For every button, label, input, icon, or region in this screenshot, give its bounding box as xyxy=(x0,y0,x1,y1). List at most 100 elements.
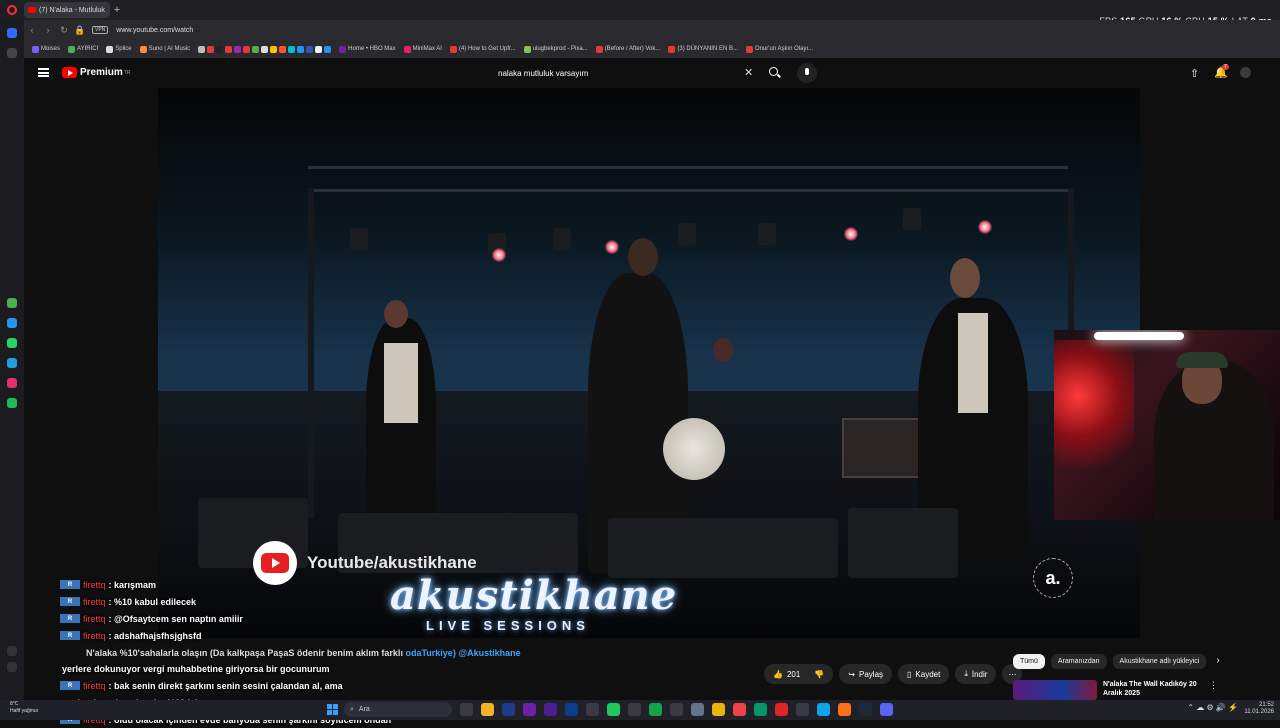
messenger-icon[interactable] xyxy=(7,318,17,328)
chrome-icon[interactable] xyxy=(712,703,725,716)
stage-light-fixture xyxy=(903,208,921,230)
bass-drum xyxy=(663,418,725,480)
streamer-webcam xyxy=(1054,330,1280,520)
browser-tab[interactable]: (7) N'alaka - Mutluluk xyxy=(24,2,110,18)
bookmark-item[interactable]: (4) How to Get Upfr... xyxy=(449,45,516,53)
vpn-badge[interactable]: VPN xyxy=(92,26,109,34)
chevron-right-icon[interactable]: › xyxy=(1212,654,1223,669)
opera-gx-icon[interactable] xyxy=(775,703,788,716)
spotify-icon[interactable] xyxy=(7,398,17,408)
chat-message: R firettq : karışmam xyxy=(60,576,620,593)
opera-logo-icon[interactable] xyxy=(0,0,24,20)
create-upload-icon[interactable]: ⇧ xyxy=(1190,67,1199,80)
url-field[interactable]: www.youtube.com/watch xyxy=(116,27,193,34)
hamburger-menu-icon[interactable] xyxy=(38,68,49,77)
stage-light-fixture xyxy=(350,228,368,250)
like-icon[interactable]: 👍 xyxy=(773,670,783,679)
file-explorer-icon[interactable] xyxy=(481,703,494,716)
clear-search-icon[interactable]: ✕ xyxy=(744,66,753,79)
webcam-person-cap xyxy=(1176,352,1228,368)
youtube-premium-logo[interactable]: Premium TR xyxy=(62,67,130,78)
voice-search-icon[interactable] xyxy=(797,63,817,83)
home-icon[interactable] xyxy=(7,28,17,38)
reload-icon[interactable]: ↻ xyxy=(56,25,72,36)
chat-badge: R xyxy=(60,614,80,623)
download-icon: ⤓ xyxy=(964,669,968,678)
app-icon[interactable] xyxy=(754,703,767,716)
bookmark-item[interactable]: Moises xyxy=(32,45,60,53)
dislike-icon[interactable]: 👎 xyxy=(814,670,824,679)
history-icon[interactable] xyxy=(7,646,17,656)
search-icon: ⌕ xyxy=(350,705,354,713)
video-player[interactable]: Youtube/akustikhane akustikhane LIVE SES… xyxy=(158,88,1140,638)
task-view-icon[interactable] xyxy=(460,703,473,716)
premiere-icon[interactable] xyxy=(502,703,515,716)
settings-gear-icon[interactable] xyxy=(7,662,17,672)
chat-message: R firettq : adshafhajsfhsjghsfd xyxy=(60,627,620,644)
bookmark-item[interactable]: AYIRICI xyxy=(68,45,98,53)
bookmark-item[interactable]: Splice xyxy=(106,45,132,53)
webcam-ring-light xyxy=(1094,332,1184,340)
after-effects-icon[interactable] xyxy=(523,703,536,716)
telegram-icon[interactable] xyxy=(7,358,17,368)
stage-light-red xyxy=(492,248,506,262)
recommended-thumbnail[interactable] xyxy=(1013,680,1097,700)
app-icon[interactable] xyxy=(628,703,641,716)
app-icon[interactable] xyxy=(817,703,830,716)
bookmark-item[interactable]: Onur'un Aşkın Olayı... xyxy=(745,45,813,53)
chat-username: firettq xyxy=(83,596,106,607)
app-icon[interactable] xyxy=(649,703,662,716)
windows-taskbar: 8°C Hafif yağmur ⌕ Ara ⌃ ☁ ⚙ 🔊 ⚡ 21:52 1… xyxy=(0,700,1280,720)
more-vert-icon[interactable]: ⋮ xyxy=(1209,680,1218,700)
webcam-red-light xyxy=(1054,340,1134,480)
bookmark-item[interactable]: MiniMax AI xyxy=(403,45,442,53)
bookmark-item[interactable]: (3) DÜNYANIN EN B... xyxy=(668,45,738,53)
weather-widget[interactable]: 8°C Hafif yağmur xyxy=(10,701,38,715)
app-icon[interactable] xyxy=(670,703,683,716)
windows-start-icon[interactable] xyxy=(327,704,338,715)
app-icon[interactable] xyxy=(838,703,851,716)
bookmark-item[interactable]: Suno | AI Music xyxy=(139,45,190,53)
media-encoder-icon[interactable] xyxy=(544,703,557,716)
discord-icon[interactable] xyxy=(880,703,893,716)
share-button[interactable]: ↪ Paylaş xyxy=(839,664,893,684)
chat-badge: R xyxy=(60,580,80,589)
chat-username: firettq xyxy=(83,613,106,624)
chat-text: @Ofsaytcem sen naptın amiiir xyxy=(114,613,243,624)
taskbar-search-input[interactable]: ⌕ Ara xyxy=(344,702,452,717)
recommended-video[interactable]: N'alaka The Wall Kadıköy 20 Aralık 2025 … xyxy=(1013,680,1273,700)
spotify-icon[interactable] xyxy=(607,703,620,716)
app-icon[interactable] xyxy=(586,703,599,716)
new-tab-button[interactable]: + xyxy=(110,4,124,16)
opera-icon[interactable] xyxy=(733,703,746,716)
instagram-icon[interactable] xyxy=(7,378,17,388)
bookmark-item[interactable]: ulugbekprod - Pixa... xyxy=(523,45,588,53)
chatgpt-icon[interactable] xyxy=(7,298,17,308)
avatar[interactable] xyxy=(1240,67,1251,78)
recommended-title[interactable]: N'alaka The Wall Kadıköy 20 Aralık 2025 xyxy=(1103,680,1203,700)
bookmark-item[interactable]: Home • HBO Max xyxy=(339,45,396,53)
download-button[interactable]: ⤓ İndir xyxy=(955,664,997,684)
steam-icon[interactable] xyxy=(859,703,872,716)
save-button[interactable]: ▯ Kaydet xyxy=(898,664,950,684)
back-icon[interactable]: ‹ xyxy=(24,25,40,35)
bookmark-item[interactable]: (Before / After) Vok... xyxy=(595,45,660,53)
channel-handle-link[interactable]: @Akustikhane xyxy=(458,648,520,658)
chip-all[interactable]: Tümü xyxy=(1013,654,1045,669)
akustikhane-badge: a. xyxy=(1033,558,1073,598)
chip-from-uploader[interactable]: Akustikhane adlı yükleyici xyxy=(1112,654,1207,669)
chat-username: firettq xyxy=(83,579,106,590)
app-icon[interactable] xyxy=(796,703,809,716)
photoshop-icon[interactable] xyxy=(565,703,578,716)
bookmark-favicons xyxy=(198,45,332,53)
star-icon[interactable] xyxy=(7,48,17,58)
chip-from-search[interactable]: Aramanızdan xyxy=(1050,654,1107,669)
forward-icon[interactable]: › xyxy=(40,25,56,35)
whatsapp-icon[interactable] xyxy=(7,338,17,348)
clock[interactable]: 21:52 11.01.2026 xyxy=(1244,702,1274,716)
search-icon[interactable] xyxy=(769,67,778,76)
app-icon[interactable] xyxy=(691,703,704,716)
description-link[interactable]: odaTurkiye) xyxy=(405,648,455,658)
search-input[interactable]: nalaka mutluluk varsayım xyxy=(492,64,764,82)
system-tray[interactable]: ⌃ ☁ ⚙ 🔊 ⚡ xyxy=(1187,703,1238,712)
